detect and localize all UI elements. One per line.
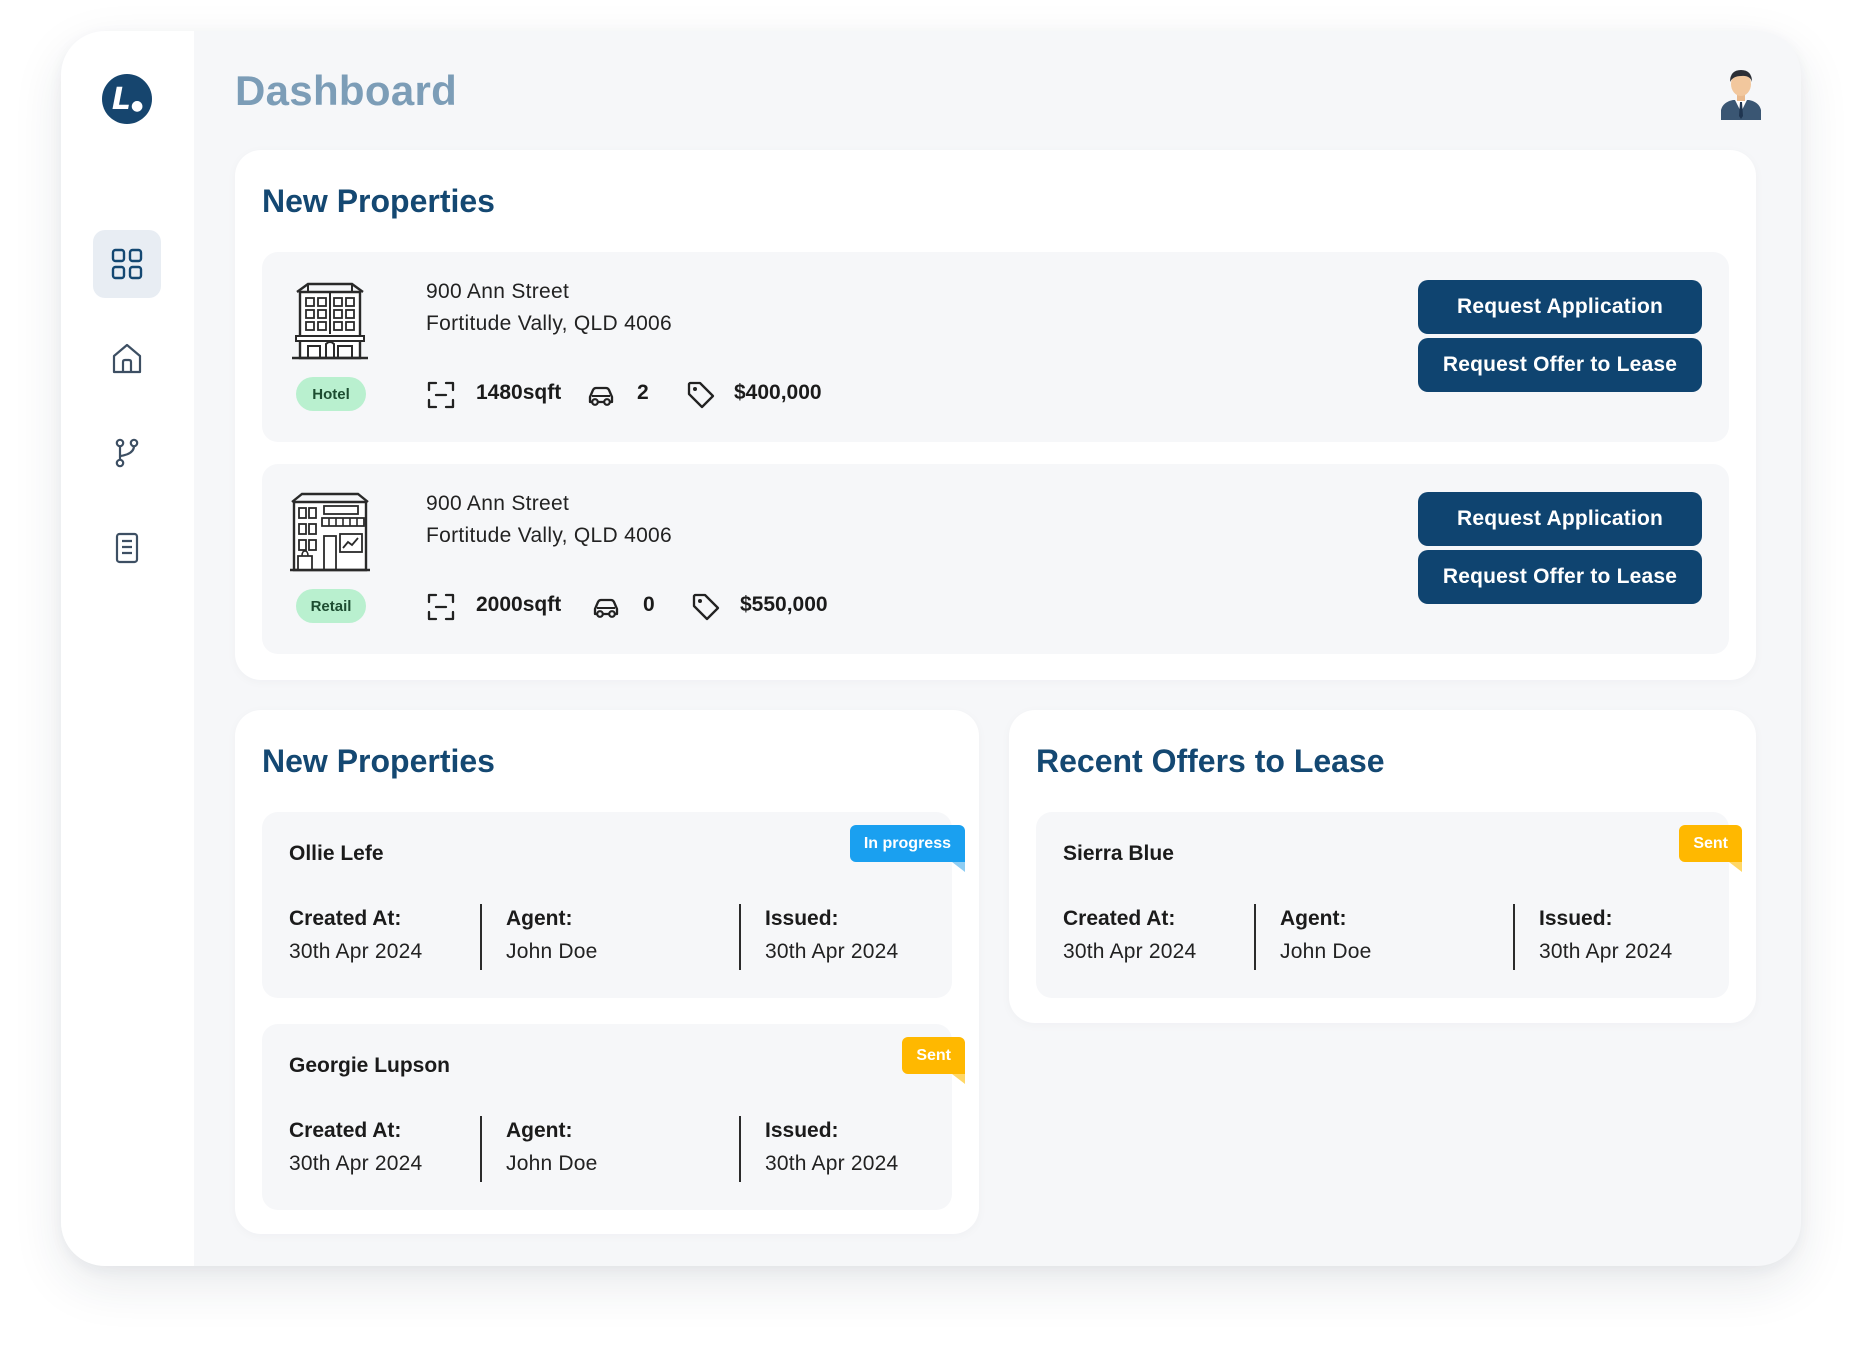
agent-value: John Doe (1280, 940, 1372, 963)
applicant-name: Ollie Lefe (289, 842, 384, 865)
issued-label: Issued: (765, 907, 839, 930)
page-title: Dashboard (235, 67, 458, 114)
area-value: 1480sqft (476, 381, 562, 404)
sidebar-item-branches[interactable] (93, 419, 161, 487)
created-label: Created At: (289, 1119, 402, 1142)
user-avatar-icon[interactable] (1719, 64, 1763, 120)
column-divider (739, 1116, 741, 1182)
address-line-2: Fortitude Vally, QLD 4006 (426, 312, 673, 335)
offer-item[interactable]: Sierra Blue Sent Created At: 30th Apr 20… (1036, 812, 1742, 998)
request-application-button[interactable]: Request Application (1418, 492, 1702, 546)
new-properties-card: New Properties Hotel 900 Ann Street Fort… (235, 150, 1756, 680)
offer-name: Sierra Blue (1063, 842, 1174, 865)
agent-label: Agent: (1280, 907, 1347, 930)
request-offer-to-lease-button[interactable]: Request Offer to Lease (1418, 550, 1702, 604)
document-icon (115, 532, 139, 564)
property-type-badge: Retail (296, 589, 366, 623)
column-divider (480, 904, 482, 970)
sidebar: L ● (61, 31, 194, 1266)
column-divider (480, 1116, 482, 1182)
car-icon (588, 386, 614, 406)
issued-value: 30th Apr 2024 (765, 1152, 899, 1175)
created-value: 30th Apr 2024 (289, 1152, 423, 1175)
parking-value: 0 (643, 593, 655, 616)
created-label: Created At: (289, 907, 402, 930)
agent-value: John Doe (506, 940, 598, 963)
app-window: L ● Dashboard New Properties Hotel 900 A… (61, 31, 1801, 1266)
application-item[interactable]: Georgie Lupson Sent Created At: 30th Apr… (262, 1024, 965, 1210)
status-badge: Sent (1679, 825, 1742, 872)
property-type-badge: Hotel (296, 377, 366, 411)
agent-value: John Doe (506, 1152, 598, 1175)
issued-value: 30th Apr 2024 (1539, 940, 1673, 963)
area-scan-icon (427, 593, 455, 621)
created-value: 30th Apr 2024 (289, 940, 423, 963)
column-divider (739, 904, 741, 970)
price-tag-icon (692, 593, 720, 621)
applicant-name: Georgie Lupson (289, 1054, 451, 1077)
issued-value: 30th Apr 2024 (765, 940, 899, 963)
applications-card: New Properties Ollie Lefe In progress Cr… (235, 710, 979, 1234)
status-badge: Sent (902, 1037, 965, 1084)
issued-label: Issued: (1539, 907, 1613, 930)
car-icon (593, 598, 619, 618)
sidebar-item-home[interactable] (93, 324, 161, 392)
column-divider (1513, 904, 1515, 970)
parking-value: 2 (637, 381, 649, 404)
issued-label: Issued: (765, 1119, 839, 1142)
card-title: Recent Offers to Lease (1036, 743, 1385, 779)
address-line-1: 900 Ann Street (426, 492, 570, 515)
request-offer-to-lease-button[interactable]: Request Offer to Lease (1418, 338, 1702, 392)
status-badge: In progress (849, 825, 966, 872)
address-line-1: 900 Ann Street (426, 280, 570, 303)
property-row[interactable]: Hotel 900 Ann Street Fortitude Vally, QL… (262, 252, 1729, 442)
price-value: $400,000 (734, 381, 822, 404)
recent-offers-card: Recent Offers to Lease Sierra Blue Sent … (1009, 710, 1756, 1023)
column-divider (1254, 904, 1256, 970)
address-line-2: Fortitude Vally, QLD 4006 (426, 524, 673, 547)
area-scan-icon (427, 381, 455, 409)
agent-label: Agent: (506, 907, 573, 930)
logo-letter: L (111, 81, 131, 117)
dashboard-grid-icon (111, 248, 143, 280)
price-tag-icon (687, 381, 715, 409)
retail-store-icon (290, 492, 370, 572)
request-application-button[interactable]: Request Application (1418, 280, 1702, 334)
home-icon (112, 343, 142, 374)
created-label: Created At: (1063, 907, 1176, 930)
property-row[interactable]: Retail 900 Ann Street Fortitude Vally, Q… (262, 464, 1729, 654)
area-value: 2000sqft (476, 593, 562, 616)
price-value: $550,000 (740, 593, 828, 616)
branch-icon (115, 438, 139, 468)
hotel-building-icon (292, 282, 368, 360)
sidebar-item-documents[interactable] (93, 514, 161, 582)
main-content: Dashboard New Properties Hotel 900 Ann S… (194, 31, 1801, 1266)
agent-label: Agent: (506, 1119, 573, 1142)
app-logo[interactable]: L ● (102, 74, 152, 124)
sidebar-item-dashboard[interactable] (93, 230, 161, 298)
card-title: New Properties (262, 183, 495, 219)
card-title: New Properties (262, 743, 495, 779)
application-item[interactable]: Ollie Lefe In progress Created At: 30th … (262, 812, 966, 998)
created-value: 30th Apr 2024 (1063, 940, 1197, 963)
